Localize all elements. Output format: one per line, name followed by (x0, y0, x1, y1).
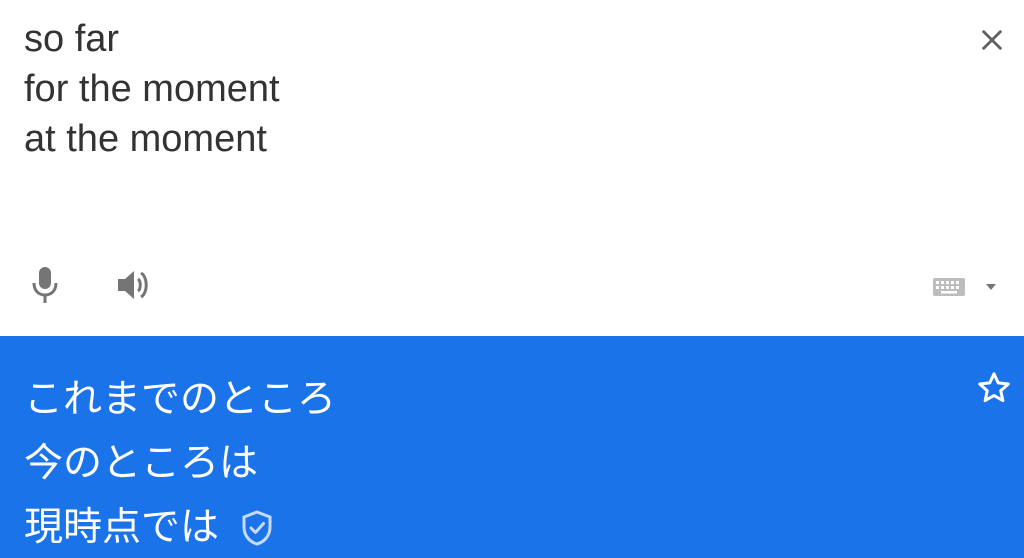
keyboard-icon (933, 278, 965, 296)
translation-line-text: 今のところは (24, 442, 259, 485)
save-translation-button[interactable] (972, 366, 1016, 410)
source-line: for the moment (24, 68, 280, 110)
voice-input-button[interactable] (24, 262, 66, 308)
translate-screen: so far for the moment at the moment これまで… (0, 0, 1024, 558)
listen-source-button[interactable] (110, 262, 158, 308)
translation-text[interactable]: これまでのところ 今のところは 現時点では (24, 368, 336, 558)
source-text[interactable]: so far for the moment at the moment (24, 14, 280, 164)
source-line: at the moment (24, 118, 267, 160)
star-outline-icon (978, 372, 1010, 403)
clear-input-button[interactable] (972, 20, 1012, 60)
source-line: so far (24, 18, 120, 60)
speaker-icon (118, 271, 148, 299)
translation-line: 現時点では (24, 496, 336, 558)
translation-line: これまでのところ (24, 368, 336, 432)
translation-line-text: 現時点では (24, 506, 220, 549)
mic-icon (32, 267, 58, 303)
source-panel: so far for the moment at the moment (0, 0, 1024, 336)
input-method-button[interactable] (932, 270, 1016, 304)
translation-panel: これまでのところ 今のところは 現時点では (0, 336, 1024, 558)
translation-line-text: これまでのところ (24, 378, 337, 421)
translation-line: 今のところは (24, 432, 336, 496)
dropdown-arrow-icon (986, 284, 996, 290)
verified-shield-icon (239, 508, 275, 548)
close-icon (981, 29, 1003, 51)
